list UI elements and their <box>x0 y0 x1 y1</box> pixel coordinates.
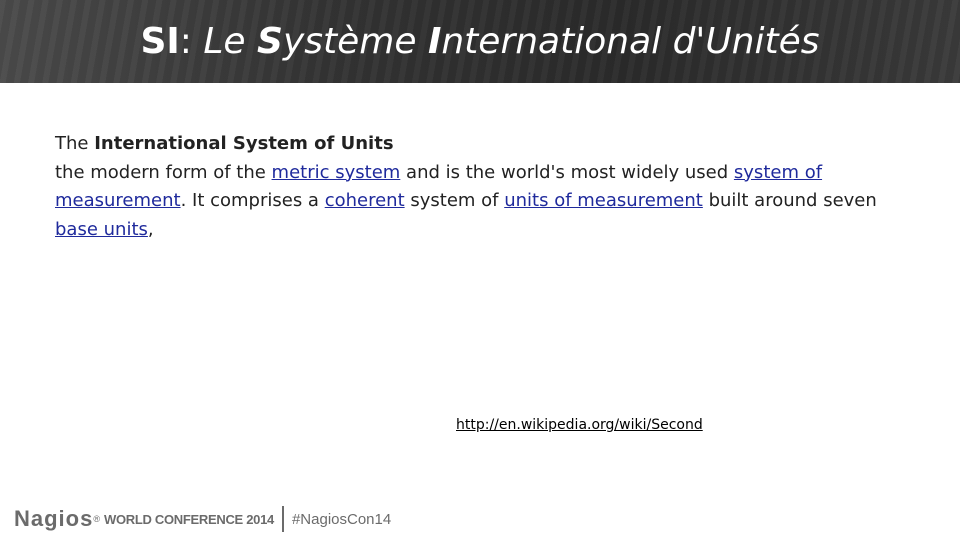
slide-body: The International System of Units the mo… <box>55 130 895 244</box>
title-si: SI <box>140 21 180 62</box>
title-i: I <box>427 21 442 62</box>
registered-mark: ® <box>93 514 100 524</box>
title-colon: : <box>179 21 204 62</box>
nagios-logo: Nagios <box>14 506 94 531</box>
body-text-3: . It comprises a <box>180 190 325 211</box>
slide-title: SI: Le Système International d'Unités <box>0 18 960 66</box>
title-le: Le <box>203 21 258 62</box>
body-heading: The International System of Units <box>55 130 895 159</box>
title-bar: SI: Le Système International d'Unités <box>0 0 960 83</box>
body-text-6: , <box>147 218 154 240</box>
heading-bold: International System of Units <box>94 133 394 154</box>
source-url-link[interactable]: http://en.wikipedia.org/wiki/Second <box>456 417 703 433</box>
body-text-2: and is the world's most widely used <box>400 161 734 183</box>
heading-prefix: The <box>55 133 95 154</box>
link-base-units[interactable]: base units <box>55 219 148 240</box>
link-metric-system[interactable]: metric system <box>272 162 401 183</box>
title-systeme: ystème <box>282 21 428 62</box>
hashtag: #NagiosCon14 <box>291 510 392 528</box>
title-international: nternational d'Unités <box>441 21 820 62</box>
body-text-4: system of <box>404 190 505 211</box>
source-url: http://en.wikipedia.org/wiki/Second <box>456 417 703 433</box>
title-s: S <box>257 21 283 62</box>
footer: Nagios ® WORLD CONFERENCE 2014 #NagiosCo… <box>14 506 391 532</box>
footer-divider <box>281 506 284 532</box>
conference-label: WORLD CONFERENCE 2014 <box>104 511 274 527</box>
link-coherent[interactable]: coherent <box>325 190 405 211</box>
body-text-1: the modern form of the <box>55 161 272 183</box>
body-text-5: built around seven <box>702 190 877 211</box>
link-units-of-measurement[interactable]: units of measurement <box>504 190 703 211</box>
body-paragraph: the modern form of the metric system and… <box>55 159 895 245</box>
